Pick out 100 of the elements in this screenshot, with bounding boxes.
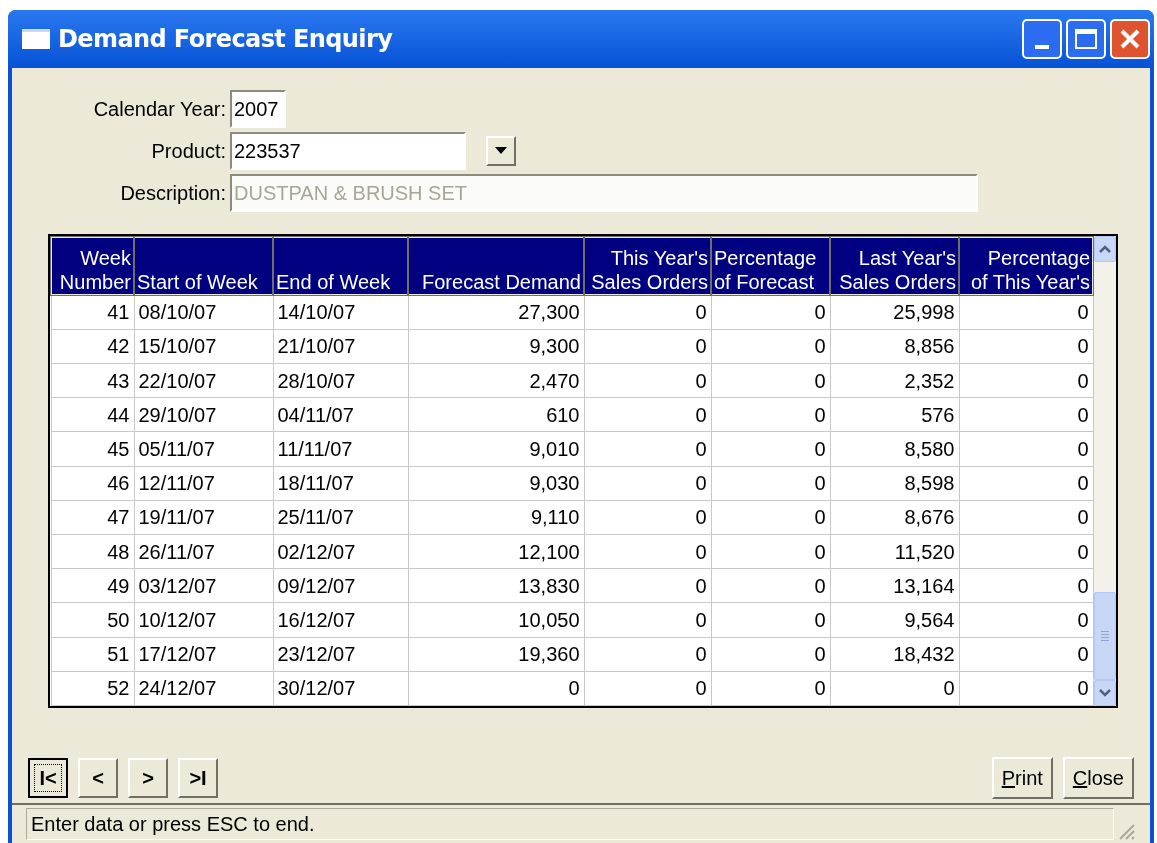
table-cell: 0 xyxy=(711,431,830,466)
table-cell: 2,352 xyxy=(830,363,959,398)
action-button[interactable]: Close xyxy=(1062,757,1134,799)
input-field[interactable]: 223537 xyxy=(230,132,466,170)
table-cell: 51 xyxy=(51,637,134,672)
table-cell: 0 xyxy=(711,500,830,535)
table-cell: 25/11/07 xyxy=(273,500,408,535)
table-cell: 0 xyxy=(711,637,830,672)
table-cell: 24/12/07 xyxy=(134,671,273,706)
table-cell: 8,598 xyxy=(830,466,959,501)
table-cell: 04/11/07 xyxy=(273,397,408,432)
table-cell: 0 xyxy=(959,466,1093,501)
table-cell: 0 xyxy=(959,568,1093,603)
table-cell: 9,030 xyxy=(408,466,584,501)
table-cell: 0 xyxy=(584,534,711,569)
table-cell: 23/12/07 xyxy=(273,637,408,672)
table-cell: 9,110 xyxy=(408,500,584,535)
maximize-button[interactable] xyxy=(1066,19,1106,59)
field-label: Product: xyxy=(150,139,226,164)
column-header[interactable]: Week Number xyxy=(51,237,134,295)
table-cell: 25,998 xyxy=(830,295,959,330)
table-cell: 47 xyxy=(51,500,134,535)
table-cell: 0 xyxy=(711,466,830,501)
table-cell: 52 xyxy=(51,671,134,706)
navigation-button[interactable]: I< xyxy=(28,758,68,798)
table-cell: 50 xyxy=(51,602,134,638)
table-cell: 43 xyxy=(51,363,134,398)
table-cell: 0 xyxy=(584,466,711,501)
table-cell: 8,580 xyxy=(830,431,959,466)
table-cell: 09/12/07 xyxy=(273,568,408,603)
table-cell: 49 xyxy=(51,568,134,603)
table-cell: 16/12/07 xyxy=(273,602,408,638)
column-header[interactable]: Start of Week xyxy=(134,237,273,295)
table-cell: 0 xyxy=(711,363,830,398)
table-cell: 30/12/07 xyxy=(273,671,408,706)
navigation-button[interactable]: < xyxy=(78,758,118,798)
status-text: Enter data or press ESC to end. xyxy=(31,812,315,837)
table-cell: 0 xyxy=(711,397,830,432)
close-icon xyxy=(1119,28,1141,50)
table-cell: 0 xyxy=(711,534,830,569)
table-cell: 11/11/07 xyxy=(273,431,408,466)
table-cell: 0 xyxy=(584,329,711,364)
close-button[interactable] xyxy=(1110,19,1150,59)
column-header[interactable]: This Year's Sales Orders xyxy=(584,237,711,295)
window-icon xyxy=(22,29,50,49)
dropdown-button[interactable] xyxy=(486,136,516,166)
navigation-button[interactable]: >I xyxy=(178,758,218,798)
caret-icon xyxy=(495,147,507,155)
table-cell: 0 xyxy=(584,500,711,535)
table-cell: 0 xyxy=(959,397,1093,432)
table-cell: 610 xyxy=(408,397,584,432)
table-cell: 2,470 xyxy=(408,363,584,398)
scroll-thumb[interactable] xyxy=(1094,592,1116,680)
chevron-down-icon xyxy=(1098,688,1112,698)
column-header[interactable]: Forecast Demand xyxy=(408,237,584,295)
input-field[interactable]: 2007 xyxy=(230,90,286,128)
table-cell: 21/10/07 xyxy=(273,329,408,364)
table-cell: 0 xyxy=(711,602,830,638)
table-cell: 0 xyxy=(711,295,830,330)
table-cell: 12,100 xyxy=(408,534,584,569)
scroll-up-button[interactable] xyxy=(1094,236,1116,262)
table-cell: 0 xyxy=(711,329,830,364)
field-label: Description: xyxy=(119,181,226,206)
table-cell: 29/10/07 xyxy=(134,397,273,432)
table-cell: 0 xyxy=(584,568,711,603)
scroll-down-button[interactable] xyxy=(1094,680,1116,706)
table-cell: 8,676 xyxy=(830,500,959,535)
table-cell: 42 xyxy=(51,329,134,364)
table-cell: 19/11/07 xyxy=(134,500,273,535)
window-title: Demand Forecast Enquiry xyxy=(58,24,393,55)
table-cell: 0 xyxy=(711,568,830,603)
table-cell: 0 xyxy=(584,602,711,638)
column-header[interactable]: Last Year's Sales Orders xyxy=(830,237,959,295)
table-cell: 17/12/07 xyxy=(134,637,273,672)
chevron-up-icon xyxy=(1098,244,1112,254)
table-cell: 0 xyxy=(959,329,1093,364)
table-cell: 48 xyxy=(51,534,134,569)
navigation-button[interactable]: > xyxy=(128,758,168,798)
table-cell: 0 xyxy=(584,295,711,330)
table-cell: 13,830 xyxy=(408,568,584,603)
table-cell: 0 xyxy=(584,637,711,672)
table-cell: 0 xyxy=(959,637,1093,672)
table-cell: 10/12/07 xyxy=(134,602,273,638)
column-header[interactable]: Percentage of This Year's xyxy=(959,237,1093,295)
minimize-button[interactable] xyxy=(1022,19,1062,59)
table-cell: 9,010 xyxy=(408,431,584,466)
table-cell: 44 xyxy=(51,397,134,432)
table-cell: 0 xyxy=(959,295,1093,330)
table-cell: 0 xyxy=(584,363,711,398)
table-cell: 12/11/07 xyxy=(134,466,273,501)
column-header[interactable]: Percentage of Forecast xyxy=(711,237,830,295)
table-cell: 0 xyxy=(584,671,711,706)
table-cell: 0 xyxy=(584,397,711,432)
action-button[interactable]: Print xyxy=(991,757,1053,799)
column-header[interactable]: End of Week xyxy=(273,237,408,295)
table-cell: 05/11/07 xyxy=(134,431,273,466)
scrollbar[interactable] xyxy=(1094,236,1116,706)
table-cell: 10,050 xyxy=(408,602,584,638)
table-cell: 46 xyxy=(51,466,134,501)
table-cell: 14/10/07 xyxy=(273,295,408,330)
